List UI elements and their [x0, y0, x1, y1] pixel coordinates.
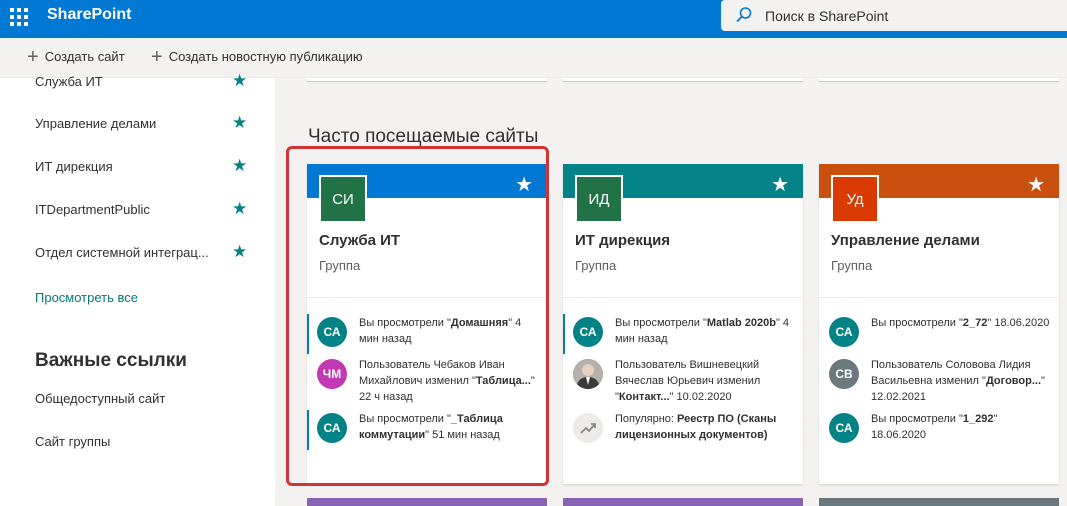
frequent-sites-title: Часто посещаемые сайты: [308, 126, 539, 147]
trending-icon: [580, 423, 596, 434]
activity-item[interactable]: Пользователь Вишневецкий Вячеслав Юрьеви…: [563, 356, 803, 403]
sidebar-item-itdepartmentpublic[interactable]: ITDepartmentPublic: [35, 202, 150, 217]
activity-item[interactable]: СВ Пользователь Соловова Лидия Васильевн…: [819, 356, 1059, 403]
site-logo: СИ: [319, 175, 367, 223]
activity-text: Пользователь Вишневецкий Вячеслав Юрьеви…: [615, 359, 761, 403]
activity-text: Пользователь Чебаков Иван Михайлович изм…: [359, 359, 535, 403]
star-icon[interactable]: ★: [232, 113, 247, 133]
card-divider: [307, 297, 547, 298]
sidebar-item-sluzhba-it[interactable]: Служба ИТ: [35, 74, 103, 89]
site-card[interactable]: ★ СИ Служба ИТ Группа СА Вы просмотрели …: [307, 164, 547, 484]
activity-item[interactable]: СА Вы просмотрели "2_72" 18.06.2020: [819, 314, 1059, 356]
activity-indicator: [307, 410, 309, 450]
create-site-button[interactable]: + Создать сайт: [27, 45, 125, 68]
site-subtitle: Группа: [831, 258, 873, 273]
command-bar: + Создать сайт + Создать новостную публи…: [0, 38, 1067, 78]
site-logo: ИД: [575, 175, 623, 223]
activity-indicator: [563, 314, 565, 354]
site-title[interactable]: Управление делами: [831, 232, 980, 249]
sidebar-item-it-direktsiya[interactable]: ИТ дирекция: [35, 159, 113, 174]
card-band-next: [819, 498, 1059, 506]
site-title[interactable]: ИТ дирекция: [575, 232, 670, 249]
site-subtitle: Группа: [575, 258, 617, 273]
app-launcher-icon[interactable]: [8, 6, 30, 28]
search-box[interactable]: Поиск в SharePoint: [721, 0, 1067, 31]
create-news-label: Создать новостную публикацию: [168, 49, 363, 64]
activity-item[interactable]: СА Вы просмотрели "_Таблица коммутации" …: [307, 410, 547, 452]
activity-text: Вы просмотрели "Домашняя" 4 мин назад: [359, 317, 522, 345]
site-title[interactable]: Служба ИТ: [319, 232, 400, 249]
avatar: СА: [829, 317, 859, 347]
search-icon: [736, 7, 752, 23]
activity-text: Вы просмотрели "2_72" 18.06.2020: [871, 317, 1050, 329]
avatar: СА: [317, 317, 347, 347]
card-edge: [819, 78, 1059, 82]
trending-avatar: [573, 413, 603, 443]
sidebar: Служба ИТ ★ Управление делами ★ ИТ дирек…: [0, 71, 275, 506]
link-public-site[interactable]: Общедоступный сайт: [35, 391, 165, 406]
star-icon[interactable]: ★: [232, 71, 247, 91]
create-news-button[interactable]: + Создать новостную публикацию: [151, 45, 363, 68]
important-links-title: Важные ссылки: [35, 350, 187, 371]
star-icon[interactable]: ★: [232, 242, 247, 262]
activity-indicator: [307, 314, 309, 354]
activity-item[interactable]: СА Вы просмотрели "Домашняя" 4 мин назад: [307, 314, 547, 356]
activity-text: Вы просмотрели "1_292" 18.06.2020: [871, 413, 998, 441]
link-group-site[interactable]: Сайт группы: [35, 434, 110, 449]
star-icon[interactable]: ★: [232, 199, 247, 219]
activity-item[interactable]: ЧМ Пользователь Чебаков Иван Михайлович …: [307, 356, 547, 403]
star-icon[interactable]: ★: [232, 156, 247, 176]
plus-icon: +: [27, 45, 39, 68]
card-band-next: [563, 498, 803, 506]
main-content: Часто посещаемые сайты ★ СИ Служба ИТ Гр…: [275, 78, 1067, 506]
site-subtitle: Группа: [319, 258, 361, 273]
card-edge: [563, 78, 803, 82]
user-photo-avatar: [573, 359, 603, 389]
suite-header: SharePoint Поиск в SharePoint: [0, 0, 1067, 38]
activity-text: Вы просмотрели "Matlab 2020b" 4 мин наза…: [615, 317, 790, 345]
plus-icon: +: [151, 45, 163, 68]
star-icon[interactable]: ★: [771, 172, 789, 197]
app-title[interactable]: SharePoint: [47, 6, 131, 24]
search-placeholder[interactable]: Поиск в SharePoint: [765, 8, 888, 24]
activity-text: Пользователь Соловова Лидия Васильевна и…: [871, 359, 1045, 403]
card-divider: [563, 297, 803, 298]
activity-text: Вы просмотрели "_Таблица коммутации" 51 …: [359, 413, 503, 441]
site-card[interactable]: ★ ИД ИТ дирекция Группа СА Вы просмотрел…: [563, 164, 803, 484]
activity-item[interactable]: СА Вы просмотрели "1_292" 18.06.2020: [819, 410, 1059, 452]
avatar: СВ: [829, 359, 859, 389]
star-icon[interactable]: ★: [1027, 172, 1045, 197]
avatar: СА: [317, 413, 347, 443]
avatar: ЧМ: [317, 359, 347, 389]
avatar: СА: [829, 413, 859, 443]
person-icon: [573, 359, 603, 389]
card-band-next: [307, 498, 547, 506]
activity-item[interactable]: Популярно: Реестр ПО (Сканы лицензионных…: [563, 410, 803, 452]
create-site-label: Создать сайт: [44, 49, 125, 64]
activity-item[interactable]: СА Вы просмотрели "Matlab 2020b" 4 мин н…: [563, 314, 803, 356]
card-edge: [307, 78, 547, 82]
sidebar-item-otdel-integratsii[interactable]: Отдел системной интеграц...: [35, 245, 209, 260]
site-logo: Уд: [831, 175, 879, 223]
view-all-link[interactable]: Просмотреть все: [35, 290, 138, 305]
sidebar-item-upravlenie-delami[interactable]: Управление делами: [35, 116, 156, 131]
site-card[interactable]: ★ Уд Управление делами Группа СА Вы прос…: [819, 164, 1059, 484]
star-icon[interactable]: ★: [515, 172, 533, 197]
card-divider: [819, 297, 1059, 298]
activity-text: Популярно: Реестр ПО (Сканы лицензионных…: [615, 413, 777, 441]
avatar: СА: [573, 317, 603, 347]
